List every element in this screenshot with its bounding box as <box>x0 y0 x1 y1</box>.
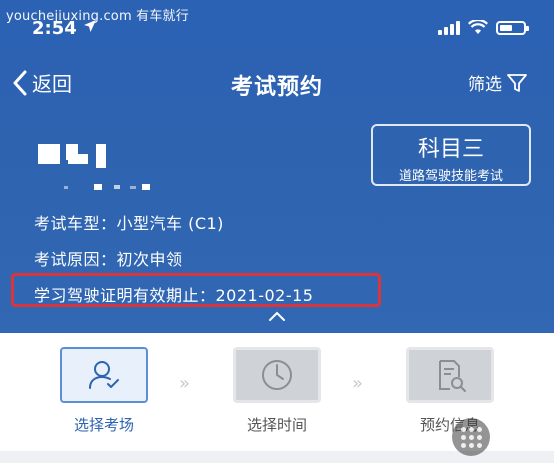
filter-icon <box>507 73 527 92</box>
battery-icon <box>496 20 529 35</box>
step-select-time[interactable]: 选择时间 <box>232 347 322 435</box>
double-chevron-right-icon: » <box>352 373 363 394</box>
filter-button[interactable]: 筛选 <box>468 70 528 95</box>
step-label: 选择时间 <box>246 416 307 434</box>
highlight-box <box>11 273 381 307</box>
step-icon-box <box>233 347 321 403</box>
step-select-venue[interactable]: 选择考场 <box>59 347 149 435</box>
signal-icon <box>438 20 460 35</box>
grid-dots-icon <box>460 426 482 448</box>
step-icon-box <box>60 347 148 403</box>
step-icon-box <box>406 347 494 403</box>
clock-icon <box>262 360 292 390</box>
filter-label: 筛选 <box>468 75 502 95</box>
masked-name <box>38 144 153 194</box>
status-time: 2:54 <box>32 18 97 39</box>
document-search-icon <box>439 360 466 392</box>
user-check-icon <box>89 361 119 389</box>
subject-subtitle: 道路驾驶技能考试 <box>398 169 503 184</box>
floating-menu-button[interactable] <box>452 418 490 456</box>
wifi-icon <box>468 20 488 34</box>
location-arrow-icon <box>84 20 97 32</box>
step-label: 选择考场 <box>73 416 134 434</box>
vehicle-type: 考试车型：小型汽车 (C1) <box>34 214 224 233</box>
exam-reason: 考试原因：初次申领 <box>34 250 183 269</box>
chevron-up-icon[interactable] <box>268 310 286 322</box>
subject-title: 科目三 <box>417 137 484 162</box>
status-indicators <box>438 20 529 35</box>
subject-button[interactable]: 科目三 道路驾驶技能考试 <box>371 124 531 186</box>
double-chevron-right-icon: » <box>179 373 190 394</box>
